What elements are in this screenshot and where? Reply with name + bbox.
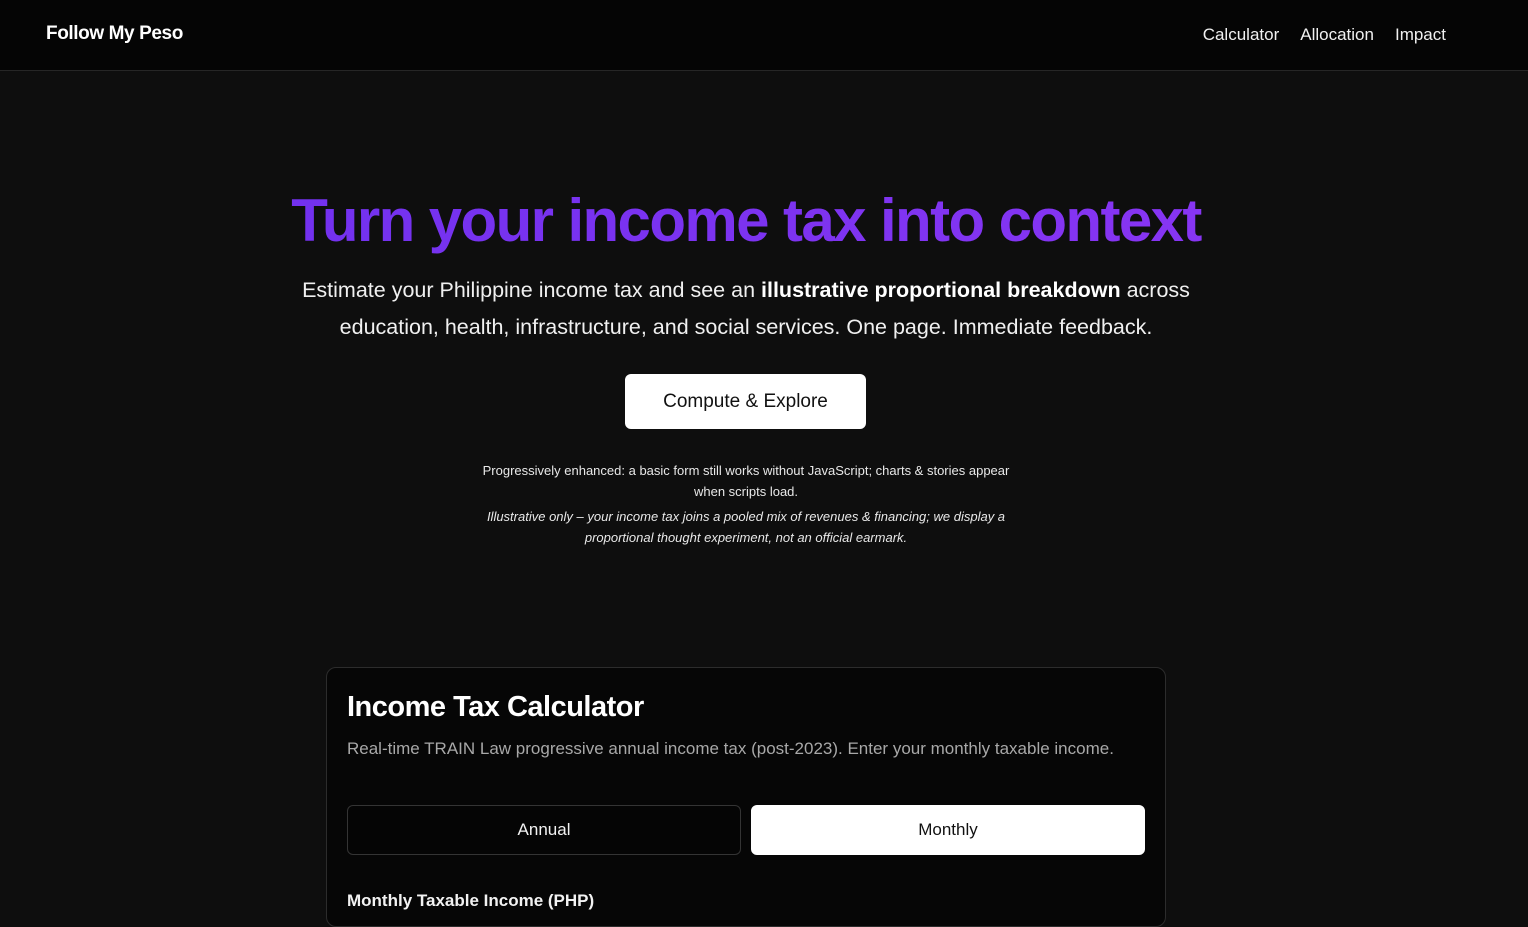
brand-logo[interactable]: Follow My Peso xyxy=(46,23,183,45)
monthly-mode-button[interactable]: Monthly xyxy=(751,805,1145,855)
hero-subtitle-start: Estimate your Philippine income tax and … xyxy=(302,278,762,302)
hero-subtitle-emphasis: illustrative proportional breakdown xyxy=(761,278,1121,302)
nav-link-impact[interactable]: Impact xyxy=(1395,25,1446,45)
nav-link-allocation[interactable]: Allocation xyxy=(1300,25,1374,45)
illustrative-disclaimer: Illustrative only – your income tax join… xyxy=(486,509,1006,545)
main-nav: Calculator Allocation Impact xyxy=(1203,25,1446,45)
calculator-description: Real-time TRAIN Law progressive annual i… xyxy=(347,739,1114,758)
annual-mode-button[interactable]: Annual xyxy=(347,805,741,855)
monthly-income-label: Monthly Taxable Income (PHP) xyxy=(347,891,595,910)
nav-link-calculator[interactable]: Calculator xyxy=(1203,25,1280,45)
hero-subtitle: Estimate your Philippine income tax and … xyxy=(264,272,1228,346)
progressive-enhancement-note: Progressively enhanced: a basic form sti… xyxy=(482,463,1010,499)
calculator-title: Income Tax Calculator xyxy=(347,691,644,723)
compute-explore-button[interactable]: Compute & Explore xyxy=(625,374,866,429)
income-tax-calculator-card: Income Tax Calculator Real-time TRAIN La… xyxy=(326,667,1166,927)
hero-title: Turn your income tax into context xyxy=(0,186,1492,255)
top-nav-bar: Follow My Peso Calculator Allocation Imp… xyxy=(0,0,1528,71)
